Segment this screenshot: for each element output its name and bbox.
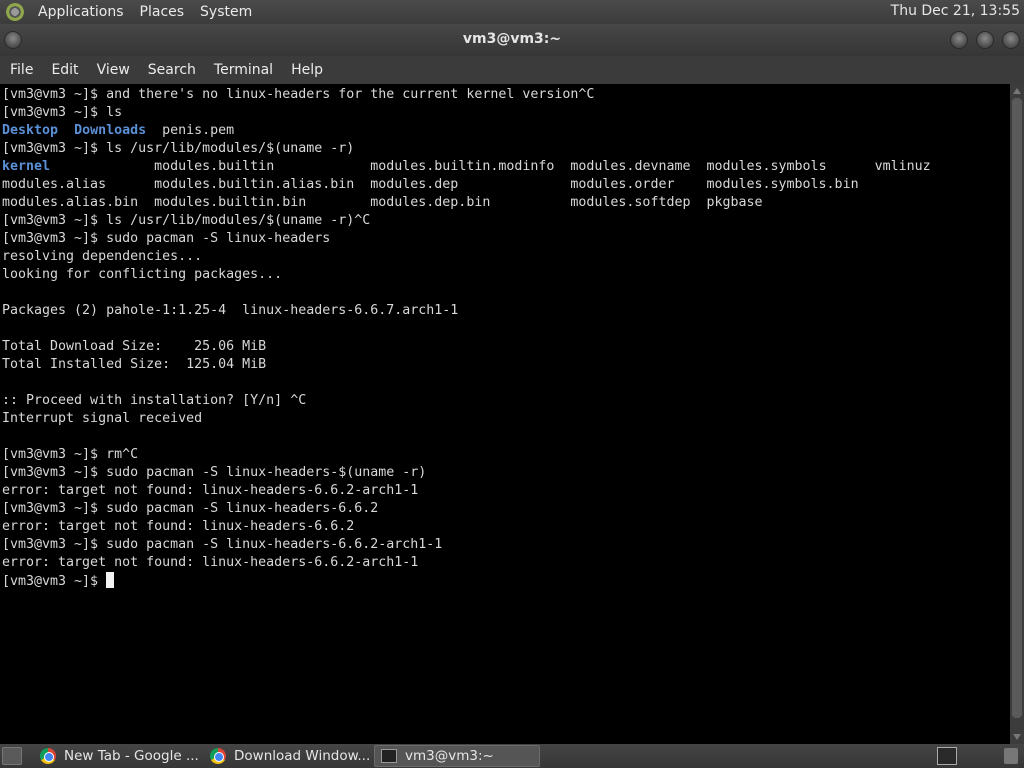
menu-file[interactable]: File <box>2 62 41 78</box>
places-menu[interactable]: Places <box>132 4 193 20</box>
directory-name: kernel <box>2 159 51 174</box>
terminal-text: modules.builtin modules.builtin.modinfo … <box>50 159 931 174</box>
terminal-line: [vm3@vm3 ~]$ rm^C <box>2 447 139 462</box>
chrome-icon <box>40 748 56 764</box>
terminal-line: [vm3@vm3 ~]$ sudo pacman -S linux-header… <box>2 231 331 246</box>
system-menu[interactable]: System <box>192 4 260 20</box>
terminal-icon <box>381 749 397 763</box>
scrollbar-thumb[interactable] <box>1012 98 1022 718</box>
menubar: File Edit View Search Terminal Help <box>0 56 1024 84</box>
directory-name: Desktop <box>2 123 59 138</box>
terminal-line: Interrupt signal received <box>2 411 203 426</box>
terminal-line: Packages (2) pahole-1:1.25-4 linux-heade… <box>2 303 459 318</box>
menu-search[interactable]: Search <box>140 62 204 78</box>
scroll-up-icon[interactable] <box>1013 88 1021 94</box>
terminal-line: modules.alias modules.builtin.alias.bin … <box>2 177 859 192</box>
menu-edit[interactable]: Edit <box>43 62 86 78</box>
window-titlebar[interactable]: vm3@vm3:~ <box>0 24 1024 56</box>
terminal-line: [vm3@vm3 ~]$ sudo pacman -S linux-header… <box>2 501 379 516</box>
scroll-down-icon[interactable] <box>1013 734 1021 740</box>
terminal-scrollbar[interactable] <box>1010 84 1024 744</box>
menu-terminal[interactable]: Terminal <box>206 62 281 78</box>
show-desktop-icon[interactable] <box>2 747 22 765</box>
top-panel: Applications Places System Thu Dec 21, 1… <box>0 0 1024 24</box>
terminal-prompt-line: [vm3@vm3 ~]$ <box>2 572 1008 590</box>
terminal-line: Total Download Size: 25.06 MiB <box>2 339 267 354</box>
window-title: vm3@vm3:~ <box>462 31 562 47</box>
menu-view[interactable]: View <box>89 62 138 78</box>
text-cursor <box>106 572 115 588</box>
minimize-icon[interactable] <box>950 31 968 49</box>
terminal-line: kernel modules.builtin modules.builtin.m… <box>2 158 1008 176</box>
maximize-icon[interactable] <box>976 31 994 49</box>
taskbar-item-download-window[interactable]: Download Window... <box>204 745 370 767</box>
workspace-switcher-icon[interactable] <box>937 747 957 765</box>
bottom-panel: New Tab - Google ... Download Window... … <box>0 744 1024 768</box>
terminal-line: error: target not found: linux-headers-6… <box>2 483 419 498</box>
directory-name: Downloads <box>74 123 147 138</box>
taskbar-item-new-tab[interactable]: New Tab - Google ... <box>34 745 200 767</box>
task-label: New Tab - Google ... <box>64 748 199 764</box>
terminal-line: Total Installed Size: 125.04 MiB <box>2 357 267 372</box>
close-icon[interactable] <box>1002 31 1020 49</box>
terminal-line: [vm3@vm3 ~]$ ls /usr/lib/modules/$(uname… <box>2 141 355 156</box>
terminal-line: error: target not found: linux-headers-6… <box>2 555 419 570</box>
task-label: Download Window... <box>234 748 370 764</box>
distro-logo-icon[interactable] <box>6 3 24 21</box>
terminal-line: [vm3@vm3 ~]$ ls /usr/lib/modules/$(uname… <box>2 213 371 228</box>
terminal-line: modules.alias.bin modules.builtin.bin mo… <box>2 195 763 210</box>
terminal-line: error: target not found: linux-headers-6… <box>2 519 355 534</box>
terminal-area[interactable]: [vm3@vm3 ~]$ and there's no linux-header… <box>0 84 1010 744</box>
terminal-text: penis.pem <box>146 123 235 138</box>
chrome-icon <box>210 748 226 764</box>
terminal-line: Desktop Downloads penis.pem <box>2 122 1008 140</box>
terminal-line: :: Proceed with installation? [Y/n] ^C <box>2 393 307 408</box>
terminal-line: [vm3@vm3 ~]$ ls <box>2 105 123 120</box>
terminal-line: [vm3@vm3 ~]$ sudo pacman -S linux-header… <box>2 537 443 552</box>
menu-help[interactable]: Help <box>283 62 331 78</box>
terminal-line: resolving dependencies... <box>2 249 203 264</box>
trash-icon[interactable] <box>1004 748 1018 764</box>
terminal-prompt: [vm3@vm3 ~]$ <box>2 574 107 589</box>
clock[interactable]: Thu Dec 21, 13:55 <box>891 3 1020 19</box>
applications-menu[interactable]: Applications <box>30 4 132 20</box>
terminal-line: looking for conflicting packages... <box>2 267 283 282</box>
terminal-line: [vm3@vm3 ~]$ and there's no linux-header… <box>2 87 595 102</box>
taskbar-item-terminal[interactable]: vm3@vm3:~ <box>374 745 540 767</box>
task-label: vm3@vm3:~ <box>405 748 494 764</box>
terminal-line: [vm3@vm3 ~]$ sudo pacman -S linux-header… <box>2 465 427 480</box>
terminal-output: [vm3@vm3 ~]$ and there's no linux-header… <box>0 84 1010 590</box>
